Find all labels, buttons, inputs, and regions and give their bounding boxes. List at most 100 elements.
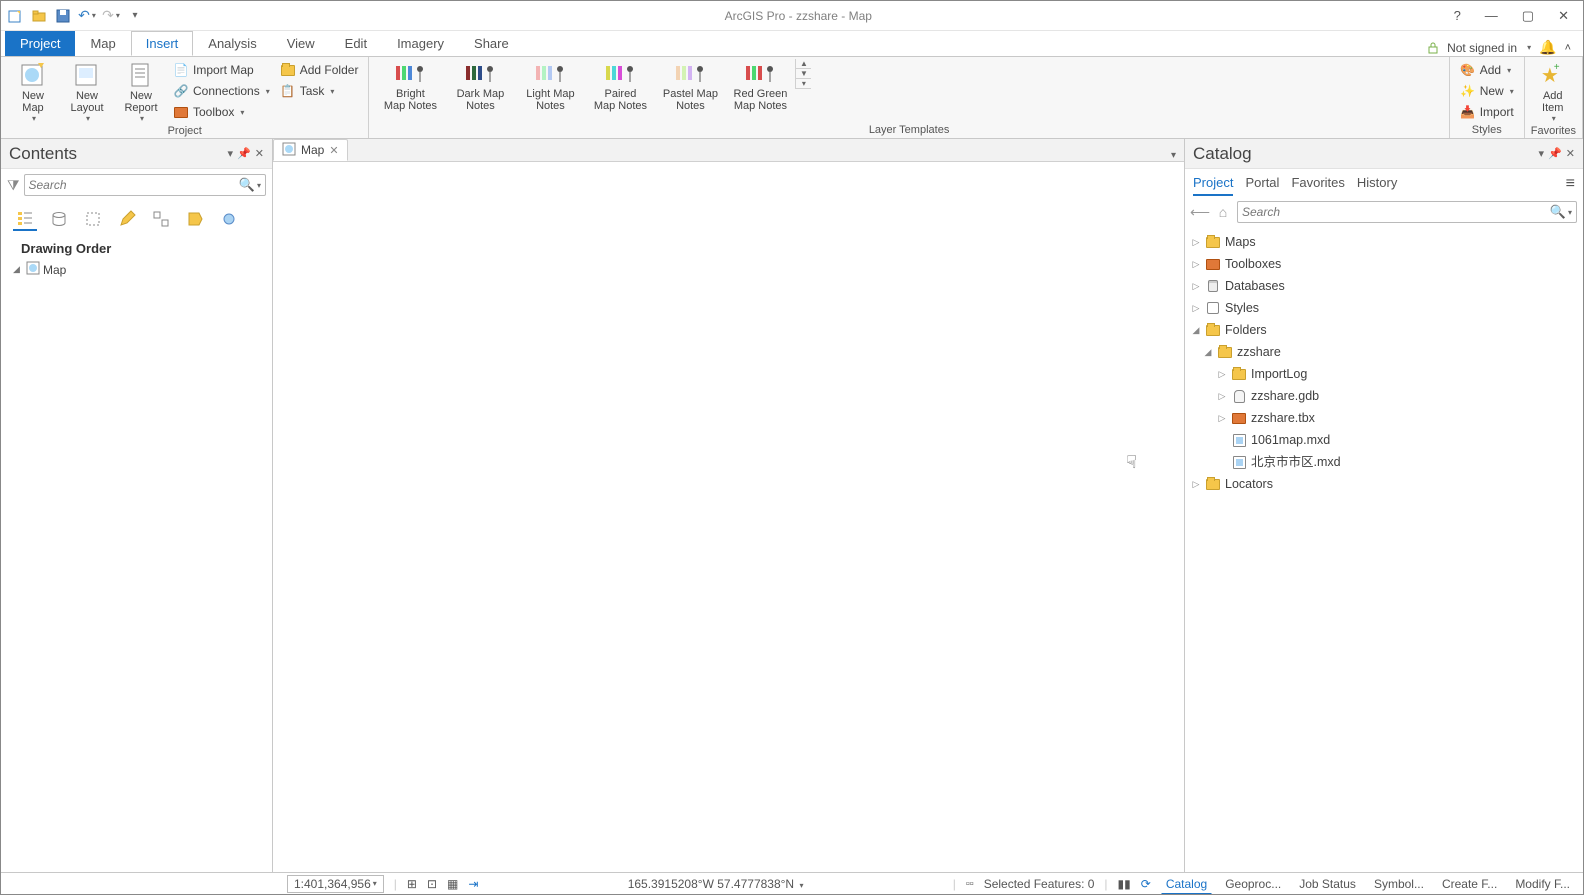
status-tool3-icon[interactable]: ▦ <box>447 877 458 891</box>
tree-databases[interactable]: ▷Databases <box>1189 275 1579 297</box>
home-icon[interactable]: ⌂ <box>1214 203 1232 221</box>
refresh-icon[interactable]: ⟳ <box>1141 877 1151 891</box>
bottom-tab-jobstatus[interactable]: Job Status <box>1294 874 1361 894</box>
contents-close-icon[interactable]: ✕ <box>255 147 264 160</box>
styles-new-button[interactable]: ✨New▾ <box>1456 82 1518 100</box>
catalog-tab-history[interactable]: History <box>1357 175 1397 196</box>
connections-button[interactable]: 🔗Connections▾ <box>169 82 274 100</box>
catalog-tab-favorites[interactable]: Favorites <box>1291 175 1344 196</box>
search-icon[interactable]: 🔍 <box>239 177 255 193</box>
tree-mxd2[interactable]: 北京市市区.mxd <box>1189 451 1579 473</box>
pastel-map-notes[interactable]: Pastel Map Notes <box>655 59 725 112</box>
tab-view[interactable]: View <box>272 31 330 56</box>
tree-mxd1[interactable]: 1061map.mxd <box>1189 429 1579 451</box>
back-icon[interactable]: ⟵ <box>1191 203 1209 221</box>
list-by-perception-icon[interactable] <box>217 207 241 231</box>
tab-edit[interactable]: Edit <box>330 31 382 56</box>
list-by-snapping-icon[interactable] <box>149 207 173 231</box>
map-tab[interactable]: Map ✕ <box>273 139 348 161</box>
add-folder-button[interactable]: Add Folder <box>276 61 363 79</box>
status-tool2-icon[interactable]: ⊡ <box>427 877 437 891</box>
open-project-icon[interactable] <box>31 8 47 24</box>
bottom-tab-catalog[interactable]: Catalog <box>1161 874 1212 894</box>
tree-toolboxes[interactable]: ▷Toolboxes <box>1189 253 1579 275</box>
close-icon[interactable]: ✕ <box>1558 8 1569 24</box>
catalog-search-input[interactable]: Search 🔍▾ <box>1237 201 1577 223</box>
tree-maps[interactable]: ▷Maps <box>1189 231 1579 253</box>
status-tool1-icon[interactable]: ⊞ <box>407 877 417 891</box>
list-by-source-icon[interactable] <box>47 207 71 231</box>
tree-zzshare[interactable]: ◢zzshare <box>1189 341 1579 363</box>
contents-map-item[interactable]: ◢ Map <box>1 259 272 280</box>
catalog-tab-portal[interactable]: Portal <box>1245 175 1279 196</box>
collapse-icon[interactable]: ◢ <box>13 264 23 275</box>
tree-locators[interactable]: ▷Locators <box>1189 473 1579 495</box>
catalog-dropdown-icon[interactable]: ▾ <box>1539 147 1545 160</box>
signin-status[interactable]: Not signed in <box>1447 41 1517 55</box>
tab-imagery[interactable]: Imagery <box>382 31 459 56</box>
redgreen-map-notes[interactable]: Red Green Map Notes <box>725 59 795 112</box>
tab-project[interactable]: Project <box>5 31 75 56</box>
task-button[interactable]: 📋Task▾ <box>276 82 363 100</box>
help-icon[interactable]: ? <box>1454 8 1461 23</box>
coord-dropdown-icon[interactable]: ▾ <box>799 881 803 890</box>
styles-import-button[interactable]: 📥Import <box>1456 103 1518 121</box>
filter-icon[interactable]: ⧩ <box>7 177 20 194</box>
list-by-editing-icon[interactable] <box>115 207 139 231</box>
redo-icon[interactable]: ↷▾ <box>103 8 119 24</box>
add-item-button[interactable]: ★+ Add Item▾ <box>1531 59 1575 123</box>
tree-folders[interactable]: ◢Folders <box>1189 319 1579 341</box>
new-layout-button[interactable]: New Layout▾ <box>61 59 113 123</box>
bright-map-notes[interactable]: Bright Map Notes <box>375 59 445 112</box>
qat-customize-icon[interactable]: ▾ <box>127 8 143 24</box>
pause-icon[interactable]: ▮▮ <box>1118 877 1131 891</box>
list-by-drawing-icon[interactable] <box>13 207 37 231</box>
tree-gdb[interactable]: ▷zzshare.gdb <box>1189 385 1579 407</box>
light-map-notes[interactable]: Light Map Notes <box>515 59 585 112</box>
maximize-icon[interactable]: ▢ <box>1522 8 1534 24</box>
dark-map-notes[interactable]: Dark Map Notes <box>445 59 515 112</box>
bottom-tab-symbol[interactable]: Symbol... <box>1369 874 1429 894</box>
styles-add-button[interactable]: 🎨Add▾ <box>1456 61 1518 79</box>
map-canvas[interactable]: ☟ <box>273 162 1184 872</box>
new-report-button[interactable]: New Report▾ <box>115 59 167 123</box>
undo-icon[interactable]: ↶▾ <box>79 8 95 24</box>
scale-input[interactable]: 1:401,364,956▾ <box>287 875 384 893</box>
paired-map-notes[interactable]: Paired Map Notes <box>585 59 655 112</box>
templates-scroller[interactable]: ▲▼▾ <box>795 59 811 89</box>
scroll-down-icon[interactable]: ▼ <box>796 69 811 79</box>
catalog-tab-project[interactable]: Project <box>1193 175 1233 196</box>
contents-pin-icon[interactable]: 📌 <box>237 147 251 160</box>
notifications-icon[interactable]: 🔔 <box>1539 39 1556 56</box>
scroll-up-icon[interactable]: ▲ <box>796 59 811 69</box>
tree-importlog[interactable]: ▷ImportLog <box>1189 363 1579 385</box>
import-map-button[interactable]: 📄Import Map <box>169 61 274 79</box>
list-by-labeling-icon[interactable] <box>183 207 207 231</box>
catalog-close-icon[interactable]: ✕ <box>1566 147 1575 160</box>
contents-search-input[interactable]: Search 🔍▾ <box>24 174 267 196</box>
tab-map[interactable]: Map <box>75 31 130 56</box>
doctabs-dropdown-icon[interactable]: ▾ <box>1163 150 1184 161</box>
new-map-button[interactable]: New Map▾ <box>7 59 59 123</box>
bottom-tab-modifyf[interactable]: Modify F... <box>1510 874 1575 894</box>
contents-dropdown-icon[interactable]: ▾ <box>228 147 234 160</box>
catalog-pin-icon[interactable]: 📌 <box>1548 147 1562 160</box>
catalog-menu-icon[interactable]: ≡ <box>1566 175 1575 196</box>
status-tool4-icon[interactable]: ⇥ <box>468 877 478 891</box>
list-by-selection-icon[interactable] <box>81 207 105 231</box>
toolbox-button[interactable]: Toolbox▾ <box>169 103 274 121</box>
minimize-icon[interactable]: — <box>1485 8 1498 23</box>
scroll-expand-icon[interactable]: ▾ <box>796 79 811 89</box>
bottom-tab-createf[interactable]: Create F... <box>1437 874 1502 894</box>
tree-styles[interactable]: ▷Styles <box>1189 297 1579 319</box>
search-icon[interactable]: 🔍 <box>1550 204 1566 220</box>
tab-share[interactable]: Share <box>459 31 524 56</box>
map-tab-close-icon[interactable]: ✕ <box>329 144 338 157</box>
new-project-icon[interactable] <box>7 8 23 24</box>
tree-tbx[interactable]: ▷zzshare.tbx <box>1189 407 1579 429</box>
bottom-tab-geoproc[interactable]: Geoproc... <box>1220 874 1286 894</box>
save-project-icon[interactable] <box>55 8 71 24</box>
tab-insert[interactable]: Insert <box>131 31 194 56</box>
tab-analysis[interactable]: Analysis <box>193 31 271 56</box>
collapse-ribbon-icon[interactable]: ˄ <box>1565 42 1571 54</box>
